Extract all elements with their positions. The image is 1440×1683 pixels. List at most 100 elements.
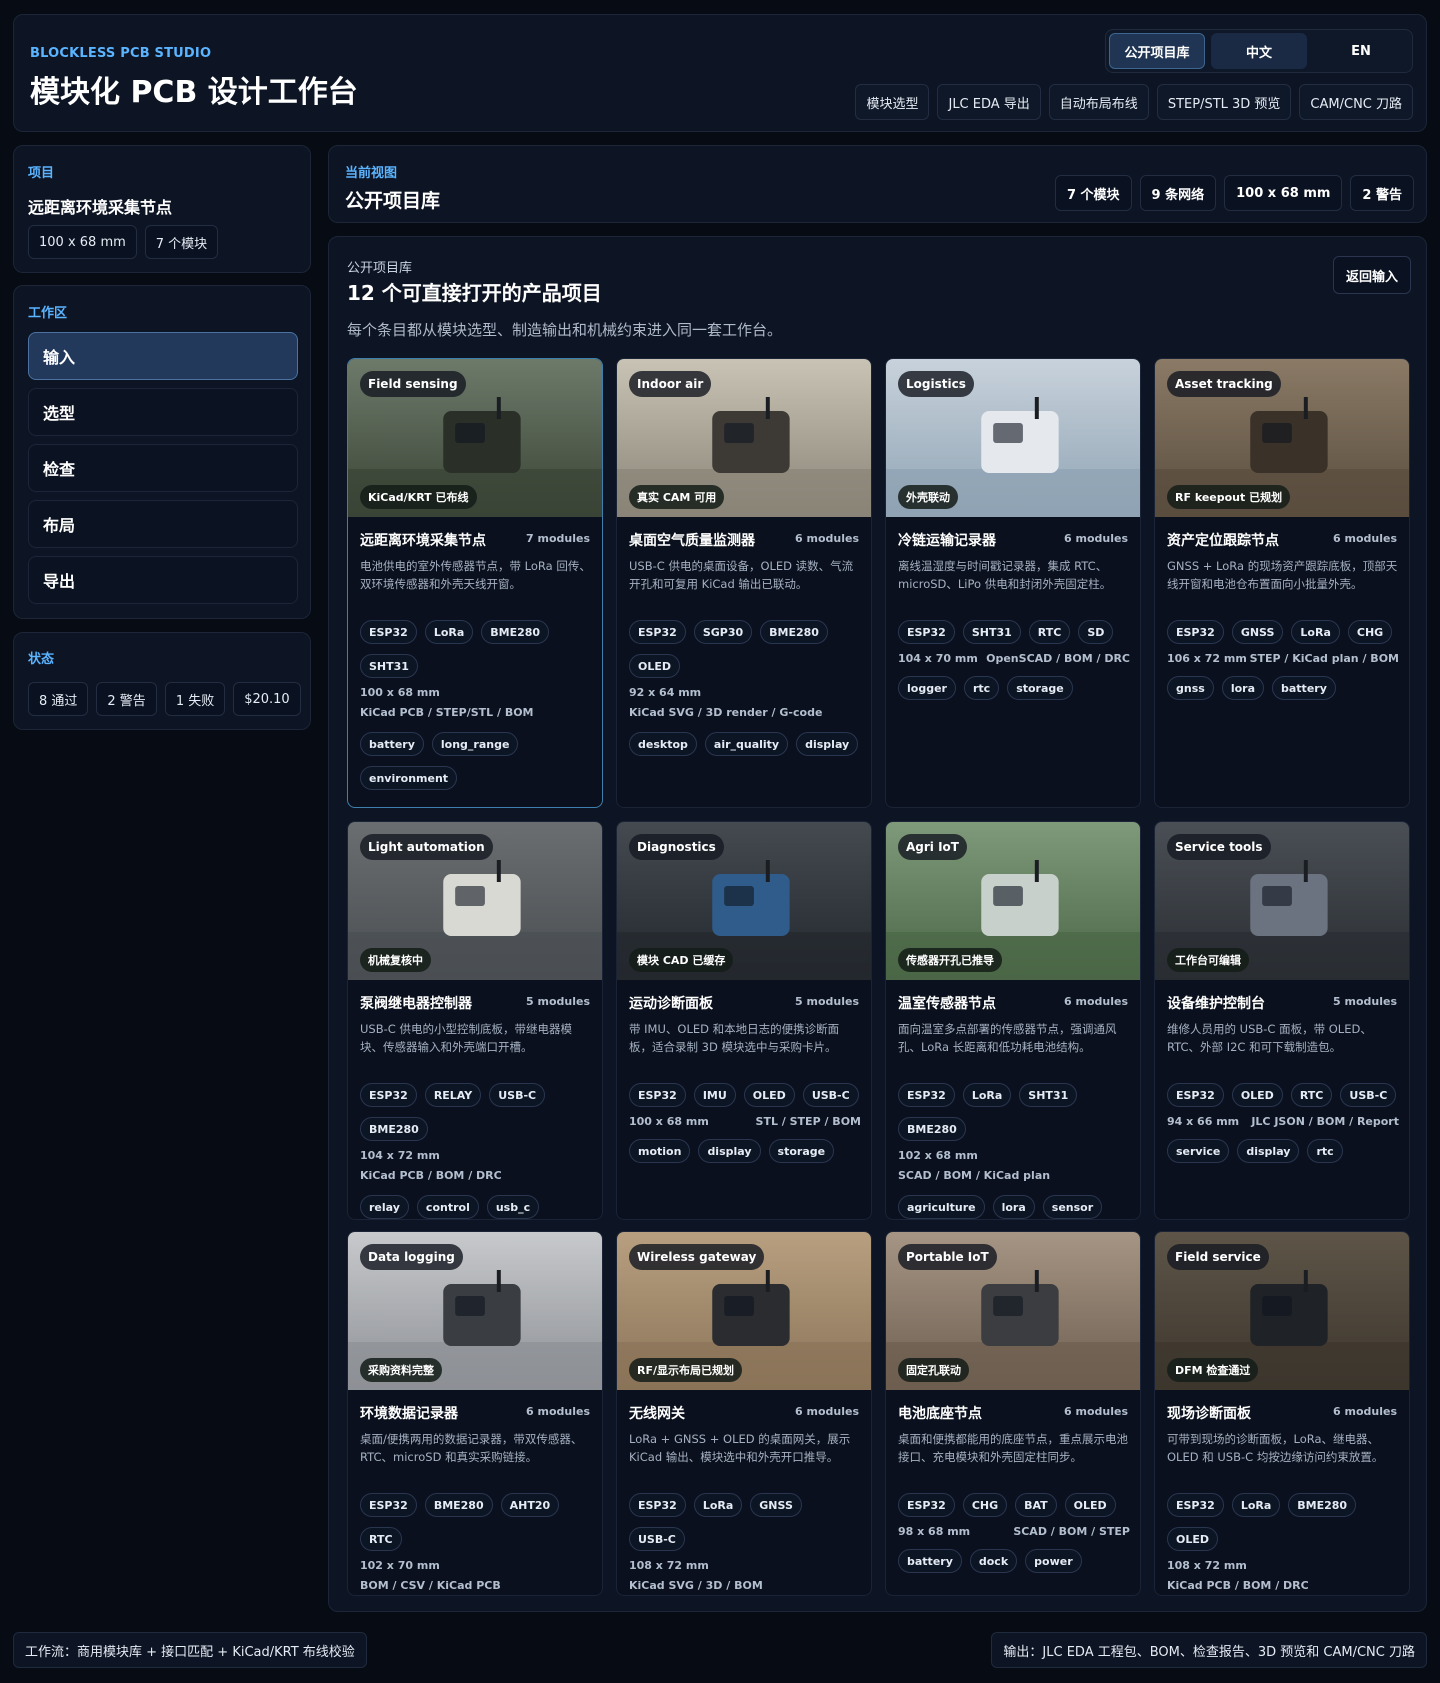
usage-tag: service bbox=[1167, 1139, 1230, 1163]
nav-input[interactable]: 输入 bbox=[28, 332, 298, 380]
module-count: 7 modules bbox=[526, 532, 590, 545]
card-description: 维修人员用的 USB-C 面板，带 OLED、RTC、外部 I2C 和可下载制造… bbox=[1167, 1022, 1372, 1054]
usage-tag: dock bbox=[969, 1549, 1018, 1573]
status-badge: 工作台可编辑 bbox=[1167, 948, 1249, 972]
project-card[interactable]: Service tools 工作台可编辑 设备维护控制台 5 modules 维修人员用… bbox=[1154, 821, 1410, 1220]
workspace-label: 工作区 bbox=[28, 306, 68, 321]
project-card[interactable]: Field sensing KiCad/KRT 已布线 远距离环境采集节点 7 mod… bbox=[347, 358, 603, 808]
view-label: 当前视图 bbox=[345, 166, 398, 181]
project-modules-chip: 7 个模块 bbox=[144, 225, 219, 259]
usage-tag: desktop bbox=[629, 732, 697, 756]
project-card[interactable]: Logistics 外壳联动 冷链运输记录器 6 modules 离线温湿度与时间戳记录… bbox=[885, 358, 1141, 808]
project-card[interactable]: Light automation 机械复核中 泵阀继电器控制器 5 modules US… bbox=[347, 821, 603, 1220]
project-card[interactable]: Wireless gateway RF/显示布局已规划 无线网关 6 modules L… bbox=[616, 1231, 872, 1596]
category-badge: Field sensing bbox=[360, 371, 466, 397]
project-name: 远距离环境采集节点 bbox=[28, 198, 173, 217]
part-tag: LoRa bbox=[1231, 1493, 1281, 1517]
usage-tags: motion display storage bbox=[629, 1139, 863, 1163]
module-count: 5 modules bbox=[1333, 995, 1397, 1008]
usage-tag: logger bbox=[898, 676, 956, 700]
part-tag: CHG bbox=[1347, 620, 1393, 644]
part-tag: BME280 bbox=[360, 1117, 428, 1141]
part-tag: ESP32 bbox=[1167, 1493, 1224, 1517]
nav-selection[interactable]: 选型 bbox=[28, 388, 298, 436]
usage-tags: relay control usb_c bbox=[360, 1195, 594, 1219]
module-count: 6 modules bbox=[795, 1405, 859, 1418]
usage-tags: gnss lora battery bbox=[1167, 676, 1401, 700]
category-badge: Logistics bbox=[898, 371, 974, 397]
part-tag: ESP32 bbox=[898, 1083, 955, 1107]
project-panel: 项目 远距离环境采集节点 100 x 68 mm 7 个模块 bbox=[13, 145, 311, 273]
card-meta: 94 x 66 mm JLC JSON / BOM / Report bbox=[1167, 1115, 1399, 1128]
project-card[interactable]: Data logging 采购资料完整 环境数据记录器 6 modules 桌面/便携两… bbox=[347, 1231, 603, 1596]
footer-workflow: 工作流：商用模块库 + 接口匹配 + KiCad/KRT 布线校验 bbox=[13, 1632, 367, 1668]
project-card[interactable]: Asset tracking RF keepout 已规划 资产定位跟踪节点 6 mo… bbox=[1154, 358, 1410, 808]
board-size: 92 x 64 mm bbox=[629, 686, 702, 699]
part-tags: ESP32 BME280 AHT20 RTC bbox=[360, 1493, 594, 1551]
project-card[interactable]: Field service DFM 检查通过 现场诊断面板 6 modules 可带到现… bbox=[1154, 1231, 1410, 1596]
output-formats: KiCad PCB / STEP/STL / BOM bbox=[360, 706, 534, 719]
part-tags: ESP32 GNSS LoRa CHG bbox=[1167, 620, 1401, 644]
language-en-button[interactable]: EN bbox=[1313, 33, 1409, 69]
part-tag: OLED bbox=[1064, 1493, 1116, 1517]
part-tags: ESP32 RELAY USB-C BME280 bbox=[360, 1083, 594, 1141]
status-badge: 真实 CAM 可用 bbox=[629, 485, 725, 509]
feature-list: 模块选型 JLC EDA 导出 自动布局布线 STEP/STL 3D 预览 CA… bbox=[855, 84, 1413, 120]
feature-chip: 模块选型 bbox=[855, 84, 930, 120]
status-badge: RF/显示布局已规划 bbox=[629, 1358, 743, 1382]
language-zh-button[interactable]: 中文 bbox=[1211, 33, 1307, 69]
part-tag: GNSS bbox=[750, 1493, 802, 1517]
board-size: 102 x 68 mm bbox=[898, 1149, 978, 1162]
category-badge: Indoor air bbox=[629, 371, 712, 397]
module-count: 6 modules bbox=[795, 532, 859, 545]
status-badge: 模块 CAD 已缓存 bbox=[629, 948, 734, 972]
card-meta: 102 x 70 mm BOM / CSV / KiCad PCB bbox=[360, 1559, 592, 1595]
usage-tag: usb_c bbox=[486, 1195, 540, 1219]
status-badge: 外壳联动 bbox=[898, 485, 958, 509]
project-card[interactable]: Portable IoT 固定孔联动 电池底座节点 6 modules 桌面和便携都能用… bbox=[885, 1231, 1141, 1596]
board-size: 106 x 72 mm bbox=[1167, 652, 1247, 665]
part-tag: AHT20 bbox=[500, 1493, 560, 1517]
card-title: 冷链运输记录器 bbox=[898, 533, 996, 549]
output-formats: SCAD / BOM / STEP bbox=[1013, 1525, 1130, 1538]
project-card[interactable]: Diagnostics 模块 CAD 已缓存 运动诊断面板 5 modules 带 IM… bbox=[616, 821, 872, 1220]
part-tag: RTC bbox=[360, 1527, 402, 1551]
library-button[interactable]: 公开项目库 bbox=[1109, 33, 1205, 69]
project-card[interactable]: Agri IoT 传感器开孔已推导 温室传感器节点 6 modules 面向温室多点部署… bbox=[885, 821, 1141, 1220]
board-size: 102 x 70 mm bbox=[360, 1559, 440, 1572]
usage-tag: battery bbox=[360, 732, 424, 756]
module-count: 6 modules bbox=[1333, 1405, 1397, 1418]
usage-tag: control bbox=[416, 1195, 479, 1219]
status-pass-chip: 8 通过 bbox=[28, 682, 89, 716]
usage-tags: battery dock power bbox=[898, 1549, 1132, 1573]
part-tag: SHT31 bbox=[1019, 1083, 1078, 1107]
nav-layout[interactable]: 布局 bbox=[28, 500, 298, 548]
card-description: 可带到现场的诊断面板，LoRa、继电器、OLED 和 USB-C 均按边缘访问约… bbox=[1167, 1432, 1384, 1464]
part-tags: ESP32 LoRa SHT31 BME280 bbox=[898, 1083, 1132, 1141]
library-kicker: 公开项目库 bbox=[347, 261, 413, 276]
card-meta: 100 x 68 mm KiCad PCB / STEP/STL / BOM bbox=[360, 686, 592, 726]
part-tags: ESP32 SGP30 BME280 OLED bbox=[629, 620, 863, 678]
nav-export[interactable]: 导出 bbox=[28, 556, 298, 604]
part-tag: BAT bbox=[1015, 1493, 1057, 1517]
part-tags: ESP32 LoRa BME280 OLED bbox=[1167, 1493, 1401, 1551]
status-badge: KiCad/KRT 已布线 bbox=[360, 485, 477, 509]
part-tag: USB-C bbox=[802, 1083, 859, 1107]
part-tag: BME280 bbox=[760, 620, 828, 644]
workspace-panel: 工作区 输入 选型 检查 布局 导出 bbox=[13, 285, 311, 619]
usage-tag: air_quality bbox=[704, 732, 789, 756]
output-formats: KiCad PCB / BOM / DRC bbox=[360, 1169, 502, 1182]
status-badge: 采购资料完整 bbox=[360, 1358, 442, 1382]
card-meta: 100 x 68 mm STL / STEP / BOM bbox=[629, 1115, 861, 1128]
part-tag: OLED bbox=[1167, 1527, 1219, 1551]
size-stat: 100 x 68 mm bbox=[1224, 175, 1343, 211]
back-to-input-button[interactable]: 返回输入 bbox=[1332, 256, 1411, 294]
app-title: 模块化 PCB 设计工作台 bbox=[30, 75, 358, 110]
project-card[interactable]: Indoor air 真实 CAM 可用 桌面空气质量监测器 6 modules USB… bbox=[616, 358, 872, 808]
usage-tag: rtc bbox=[1307, 1139, 1343, 1163]
nav-check[interactable]: 检查 bbox=[28, 444, 298, 492]
status-cost-chip: $20.10 bbox=[233, 682, 301, 716]
view-stats: 7 个模块 9 条网络 100 x 68 mm 2 警告 bbox=[1054, 175, 1414, 211]
part-tag: RTC bbox=[1028, 620, 1071, 644]
status-label: 状态 bbox=[28, 652, 55, 667]
